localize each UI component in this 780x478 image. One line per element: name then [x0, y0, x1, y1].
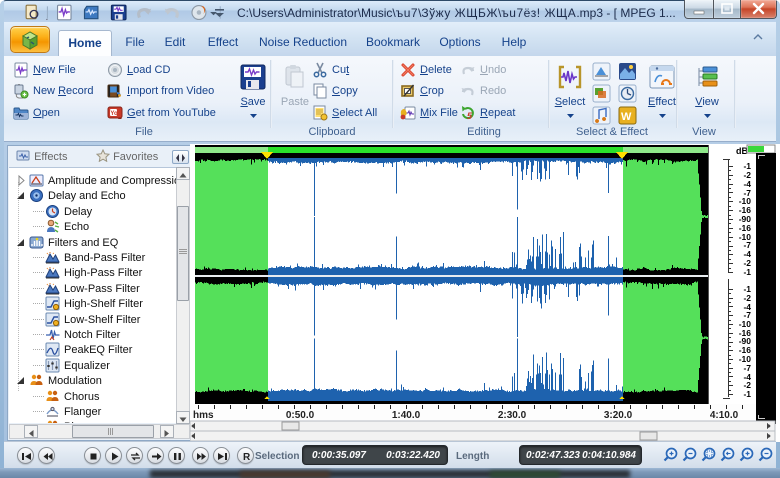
- svg-text:You: You: [110, 111, 121, 117]
- svg-text:hms: hms: [193, 410, 214, 421]
- svg-text:W: W: [621, 111, 632, 123]
- svg-text:R: R: [243, 452, 251, 463]
- svg-text:4:10.0: 4:10.0: [710, 410, 739, 421]
- svg-text:1:40.0: 1:40.0: [392, 410, 421, 421]
- svg-text:-1: -1: [743, 389, 751, 399]
- svg-text:3:20.0: 3:20.0: [604, 410, 633, 421]
- svg-text:0:50.0: 0:50.0: [286, 410, 315, 421]
- svg-text:-1: -1: [743, 267, 751, 277]
- svg-text:2:30.0: 2:30.0: [498, 410, 527, 421]
